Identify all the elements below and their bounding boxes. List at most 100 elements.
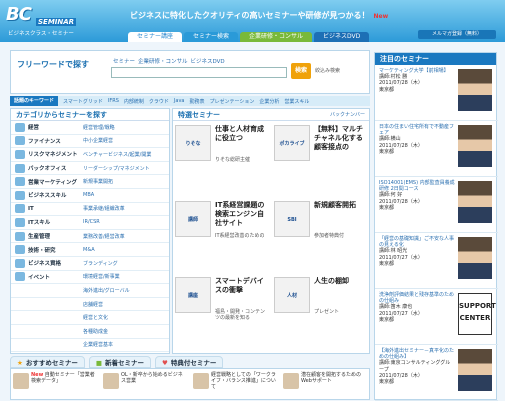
category-sub-link[interactable]: 業務改善/経営改革 xyxy=(83,233,125,240)
category-icon xyxy=(15,149,25,159)
featured-note: りそな総研主催 xyxy=(215,157,251,163)
back-number-link[interactable]: バックナンバー xyxy=(330,111,365,118)
category-sub-link[interactable]: 店舗経営 xyxy=(83,301,103,308)
sidebar-seminar[interactable]: マーケティング大学【前相場】 講師:村松 勝 2011/07/28（木） 東京都 xyxy=(375,65,498,121)
category-main[interactable]: ビジネススキル xyxy=(11,190,83,200)
tab-dvd[interactable]: ビジネスDVD xyxy=(314,32,370,42)
category-sub-link[interactable]: 各種助成金 xyxy=(83,328,108,335)
tab-seminar[interactable]: セミナー講座 xyxy=(128,32,183,42)
featured-card[interactable]: ポカライブ 【無料】マルチチャネル化する顧客接点の xyxy=(272,123,368,179)
newsletter-button[interactable]: メルマガ登録（無料） xyxy=(418,30,496,39)
main-tabs: セミナー講座 セミナー検索 企業研修・コンサル ビジネスDVD xyxy=(128,32,370,42)
featured-card[interactable]: 講座 スマートデバイスの衝撃 福島・開発・コンテンツの最新を知る xyxy=(173,275,269,331)
seminar-item[interactable]: 潜在顧客を開拓するためのWebサポート xyxy=(281,370,369,400)
tab-search[interactable]: セミナー検索 xyxy=(184,32,239,42)
category-sub-link[interactable]: 新規事業開拓 xyxy=(83,178,113,185)
leaf-icon: ■ xyxy=(95,359,102,367)
category-sub-link[interactable]: 環境経営/新事業 xyxy=(83,273,120,280)
keyword-link[interactable]: 企業分析 xyxy=(259,98,279,105)
sidebar-seminar[interactable]: 日本の住まい住宅所有で不動産フェア 講師:横山 2011/07/28（木） 東京都 xyxy=(375,121,498,177)
seminar-item[interactable]: OL・新卒から始めるビジネス営業 xyxy=(101,370,189,400)
keyword-link[interactable]: プレゼンテーション xyxy=(209,98,254,105)
featured-card[interactable]: 講師 IT系経営課題の検索エンジン自社サイト IT系経営改善のための xyxy=(173,199,269,255)
speaker-photo xyxy=(458,237,492,279)
category-main[interactable]: ビジネス資格 xyxy=(11,258,83,268)
category-sub-link[interactable]: 事業承継/組織改革 xyxy=(83,205,125,212)
featured-headline: 【無料】マルチチャネル化する顧客接点の xyxy=(314,125,363,151)
category-name: ファイナンス xyxy=(28,138,61,145)
category-sub-link[interactable]: ベンチャービジネス/起業/開業 xyxy=(83,151,151,158)
seminar-tabs: ★ おすすめセミナー ■ 新着セミナー ♥ 特典付セミナー xyxy=(10,356,370,368)
category-name: IT xyxy=(28,205,34,212)
category-row: ビジネス資格 ブランディング xyxy=(11,257,169,271)
category-sub-link[interactable]: 企業経営基本 xyxy=(83,341,113,348)
category-main[interactable]: IT xyxy=(11,204,83,214)
seminar-item[interactable]: 経営戦略としての「ワークライフ・バランス推進」について xyxy=(191,370,279,400)
speaker-photo xyxy=(458,69,492,111)
site-logo[interactable]: BC SEMINAR ビジネスクラス・セミナー xyxy=(6,4,96,38)
seminar-text: 経営戦略としての「ワークライフ・バランス推進」について xyxy=(211,372,276,390)
category-sub-link[interactable]: 中小企業経営 xyxy=(83,137,113,144)
featured-headline: スマートデバイスの衝撃 xyxy=(215,277,264,294)
keyword-link[interactable]: スマートグリッド xyxy=(63,98,103,105)
category-main[interactable]: 生産管理 xyxy=(11,231,83,241)
category-sub-link[interactable]: IR/CSR xyxy=(83,219,100,225)
advanced-search-link[interactable]: 絞込み検索 xyxy=(315,67,340,74)
sidebar-seminar[interactable]: ISO14001(EMS) 内部監査員養成研修 2日間コース 講師:何 好 2011… xyxy=(375,177,498,233)
search-button[interactable]: 検索 xyxy=(291,63,311,79)
category-main[interactable]: バックオフィス xyxy=(11,163,83,173)
search-cat-seminar[interactable]: セミナー xyxy=(113,57,135,65)
category-main[interactable]: ファイナンス xyxy=(11,136,83,146)
tab-bonus[interactable]: ♥ 特典付セミナー xyxy=(154,356,224,368)
category-sub-link[interactable]: リーダーシップ/マネジメント xyxy=(83,165,150,172)
keyword-link[interactable]: IFRS xyxy=(108,98,119,104)
featured-card[interactable]: SBI 新規顧客開拓 参加者特典付 xyxy=(272,199,368,255)
keyword-link[interactable]: Java xyxy=(174,98,185,104)
category-sub-link[interactable]: 経営と文化 xyxy=(83,314,108,321)
category-sub-link[interactable]: 海外進出/グローバル xyxy=(83,287,130,294)
featured-thumb: 講座 xyxy=(175,277,211,313)
tab-recommended[interactable]: ★ おすすめセミナー xyxy=(10,356,85,368)
category-sub-link[interactable]: MBA xyxy=(83,192,94,198)
category-sub-link[interactable]: ブランディング xyxy=(83,260,118,267)
featured-card[interactable]: 人材 人生の棚卸 プレゼント xyxy=(272,275,368,331)
seminar-item[interactable]: New 自動セミナー「営業者検索データ」 xyxy=(11,370,99,400)
sidebar-seminar[interactable]: 【海外進出セミナー－真平化のための仕組み】 講師:東京コンサルティンググループ 20… xyxy=(375,345,498,401)
category-main[interactable]: 経営 xyxy=(11,122,83,132)
category-main[interactable]: 営業マーケティング xyxy=(11,177,83,187)
category-main[interactable]: 技術・研究 xyxy=(11,245,83,255)
search-panel: フリーワードで探す セミナー 企業研修・コンサル ビジネスDVD 検索 絞込み検… xyxy=(10,50,370,94)
featured-panel: 特選セミナー バックナンバー りそな 仕事と人材育成に役立つ りそな総研主催 ポカラ… xyxy=(172,108,370,354)
category-sub-link[interactable]: M&A xyxy=(83,247,95,253)
keyword-link[interactable]: 勤務表 xyxy=(189,98,204,105)
speaker-photo xyxy=(458,181,492,223)
category-icon xyxy=(15,163,25,173)
category-main[interactable]: ITスキル xyxy=(11,217,83,227)
keyword-link[interactable]: 営業スキル xyxy=(284,98,309,105)
featured-thumb: ポカライブ xyxy=(274,125,310,161)
tab-training[interactable]: 企業研修・コンサル xyxy=(240,32,313,42)
speaker-photo xyxy=(283,373,299,389)
featured-card[interactable]: りそな 仕事と人材育成に役立つ りそな総研主催 xyxy=(173,123,269,179)
tab-new[interactable]: ■ 新着セミナー xyxy=(88,356,151,368)
category-row: 海外進出/グローバル xyxy=(11,284,169,298)
category-row: 店舗経営 xyxy=(11,298,169,312)
keyword-link[interactable]: 内部統制 xyxy=(124,98,144,105)
featured-headline: 仕事と人材育成に役立つ xyxy=(215,125,264,142)
category-row: 経営 経営管理/戦略 xyxy=(11,121,169,135)
featured-note: IT系経営改善のための xyxy=(215,233,265,239)
sidebar-seminar-text: 日本の住まい住宅所有で不動産フェア 講師:横山 2011/07/28（木） 東京都 xyxy=(379,124,455,155)
keyword-link[interactable]: クラウド xyxy=(149,98,169,105)
sidebar-seminar-text: マーケティング大学【前相場】 講師:村松 勝 2011/07/28（木） 東京都 xyxy=(379,68,449,93)
seminar-text: New 自動セミナー「営業者検索データ」 xyxy=(31,372,95,384)
search-input[interactable] xyxy=(111,67,287,78)
sidebar-seminar[interactable]: 洗浄剤評価結果と残存基準のための仕組み 講師:笛木 康也 2011/07/27（水）… xyxy=(375,289,498,345)
category-row: 営業マーケティング 新規事業開拓 xyxy=(11,175,169,189)
sidebar-seminar[interactable]: 「経営の基礎知識」ご不安な人事の見える化 講師:林 昭光 2011/07/27（水）… xyxy=(375,233,498,289)
category-main[interactable]: リスクマネジメント xyxy=(11,149,83,159)
search-cat-training[interactable]: 企業研修・コンサル xyxy=(138,57,188,65)
category-sub-link[interactable]: 経営管理/戦略 xyxy=(83,124,115,131)
search-cat-dvd[interactable]: ビジネスDVD xyxy=(191,57,225,65)
featured-headline: 新規顧客開拓 xyxy=(314,201,356,209)
category-main[interactable]: イベント xyxy=(11,272,83,282)
